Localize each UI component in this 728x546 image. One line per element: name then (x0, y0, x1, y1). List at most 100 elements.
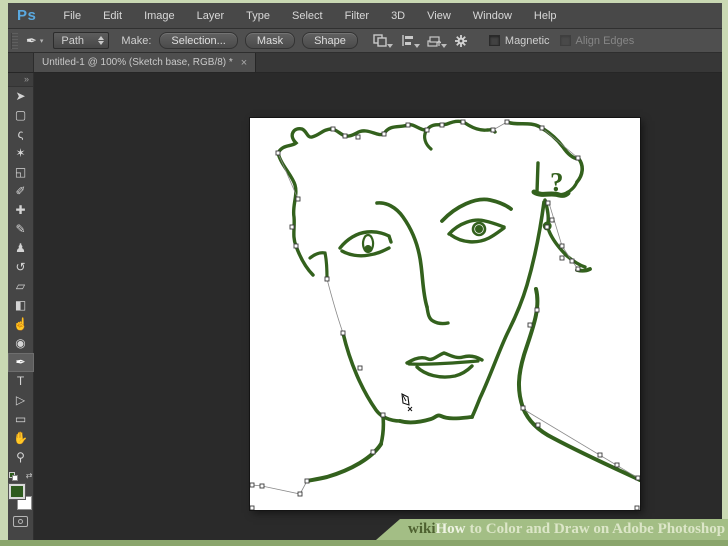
path-anchor-point[interactable] (549, 217, 555, 223)
path-anchor-point[interactable] (575, 266, 581, 272)
path-anchor-point[interactable] (330, 126, 336, 132)
path-operations-icon[interactable] (373, 34, 393, 48)
menu-filter[interactable]: Filter (334, 10, 380, 22)
path-anchor-point[interactable] (250, 505, 255, 510)
path-anchor-point[interactable] (259, 483, 265, 489)
menu-3d[interactable]: 3D (380, 10, 416, 22)
make-shape-button[interactable]: Shape (302, 32, 358, 49)
path-anchor-point[interactable] (381, 131, 387, 137)
close-icon[interactable]: × (241, 57, 247, 68)
wikihow-logo-wiki: wiki (408, 521, 436, 537)
foreground-color-swatch[interactable] (7, 483, 26, 500)
path-anchor-point[interactable] (297, 491, 303, 497)
path-anchor-point[interactable] (544, 224, 550, 230)
path-anchor-point[interactable] (289, 224, 295, 230)
tool-mode-select[interactable]: Path (53, 32, 110, 49)
eyedropper-tool[interactable]: ✐ (8, 182, 34, 201)
path-anchor-point[interactable] (490, 127, 496, 133)
path-anchor-point[interactable] (295, 196, 301, 202)
canvas-workspace: ? (34, 73, 722, 540)
collapse-panel-icon[interactable]: » (8, 73, 33, 87)
path-anchor-point[interactable] (614, 462, 620, 468)
path-anchor-point[interactable] (545, 200, 551, 206)
path-anchor-point[interactable] (380, 412, 386, 418)
path-anchor-point[interactable] (324, 276, 330, 282)
menu-type[interactable]: Type (235, 10, 281, 22)
type-tool[interactable]: T (8, 372, 34, 391)
path-anchor-point[interactable] (597, 452, 603, 458)
gradient-tool[interactable]: ◧ (8, 296, 34, 315)
move-tool[interactable]: ➤ (8, 87, 34, 106)
dodge-tool[interactable]: ◉ (8, 334, 34, 353)
menu-view[interactable]: View (416, 10, 462, 22)
hand-tool[interactable]: ✋ (8, 429, 34, 448)
options-bar-grip[interactable] (11, 32, 18, 49)
path-anchor-point[interactable] (304, 478, 310, 484)
make-label: Make: (121, 34, 152, 47)
path-anchor-point[interactable] (559, 243, 565, 249)
path-anchor-point[interactable] (559, 255, 565, 261)
path-anchor-point[interactable] (250, 482, 255, 488)
path-anchor-point[interactable] (340, 330, 346, 336)
path-anchor-point[interactable] (527, 322, 533, 328)
document-canvas[interactable]: ? (250, 118, 640, 510)
brush-tool[interactable]: ✎ (8, 220, 34, 239)
path-anchor-point[interactable] (439, 122, 445, 128)
path-anchor-point[interactable] (569, 258, 575, 264)
history-brush-tool[interactable]: ↺ (8, 258, 34, 277)
menu-help[interactable]: Help (523, 10, 568, 22)
make-mask-button[interactable]: Mask (244, 32, 296, 49)
default-colors-icon[interactable] (8, 471, 18, 481)
path-anchor-point[interactable] (370, 449, 376, 455)
path-anchor-point[interactable] (357, 365, 363, 371)
zoom-tool[interactable]: ⚲ (8, 448, 34, 467)
rectangle-tool[interactable]: ▭ (8, 410, 34, 429)
align-edges-checkbox-group: Align Edges (559, 35, 634, 47)
rectangular-marquee-tool[interactable]: ▢ (8, 106, 34, 125)
path-alignment-icon[interactable] (400, 34, 420, 48)
smudge-tool[interactable]: ☝ (8, 315, 34, 334)
path-anchor-point[interactable] (342, 133, 348, 139)
path-anchor-point[interactable] (635, 475, 640, 481)
menu-layer[interactable]: Layer (186, 10, 236, 22)
path-anchor-point[interactable] (355, 134, 361, 140)
eraser-tool[interactable]: ▱ (8, 277, 34, 296)
path-anchor-point[interactable] (539, 125, 545, 131)
healing-brush-tool[interactable]: ✚ (8, 201, 34, 220)
sketch-stroke (440, 197, 513, 223)
document-tab[interactable]: Untitled-1 @ 100% (Sketch base, RGB/8) *… (34, 53, 257, 72)
path-selection-tool[interactable]: ▷ (8, 391, 34, 410)
clone-stamp-tool[interactable]: ♟ (8, 239, 34, 258)
menu-window[interactable]: Window (462, 10, 523, 22)
path-anchor-point[interactable] (275, 150, 281, 156)
path-anchor-point[interactable] (535, 422, 541, 428)
magic-wand-tool[interactable]: ✶ (8, 144, 34, 163)
gear-icon[interactable] (454, 34, 469, 48)
path-anchor-point[interactable] (504, 119, 510, 125)
path-anchor-point[interactable] (293, 243, 299, 249)
path-anchor-point[interactable] (405, 122, 411, 128)
path-anchor-point[interactable] (520, 405, 526, 411)
path-anchor-point[interactable] (575, 155, 581, 161)
path-anchor-point[interactable] (534, 307, 540, 313)
tool-preset-dropdown[interactable]: ✒ ▾ (26, 33, 43, 49)
crop-tool[interactable]: ◱ (8, 163, 34, 182)
photoshop-window: Ps File Edit Image Layer Type Select Filter 3D V… (7, 3, 722, 540)
menu-edit[interactable]: Edit (92, 10, 133, 22)
path-anchor-point[interactable] (424, 127, 430, 133)
magnetic-checkbox[interactable] (488, 35, 500, 46)
sketch-stroke (338, 230, 393, 250)
lasso-tool[interactable]: ς (8, 125, 34, 144)
screen-mode-icon[interactable] (13, 516, 28, 527)
menu-image[interactable]: Image (133, 10, 186, 22)
path-anchor-point[interactable] (460, 119, 466, 125)
make-selection-button[interactable]: Selection... (159, 32, 238, 49)
pen-tool[interactable]: ✒ (7, 353, 34, 372)
align-edges-checkbox (559, 35, 571, 46)
menu-select[interactable]: Select (281, 10, 334, 22)
swap-colors-icon[interactable]: ⇄ (26, 472, 33, 480)
sketch-stroke (407, 359, 480, 366)
menu-file[interactable]: File (52, 10, 92, 22)
path-anchor-point[interactable] (634, 505, 640, 510)
path-arrange-icon[interactable] (427, 34, 447, 48)
